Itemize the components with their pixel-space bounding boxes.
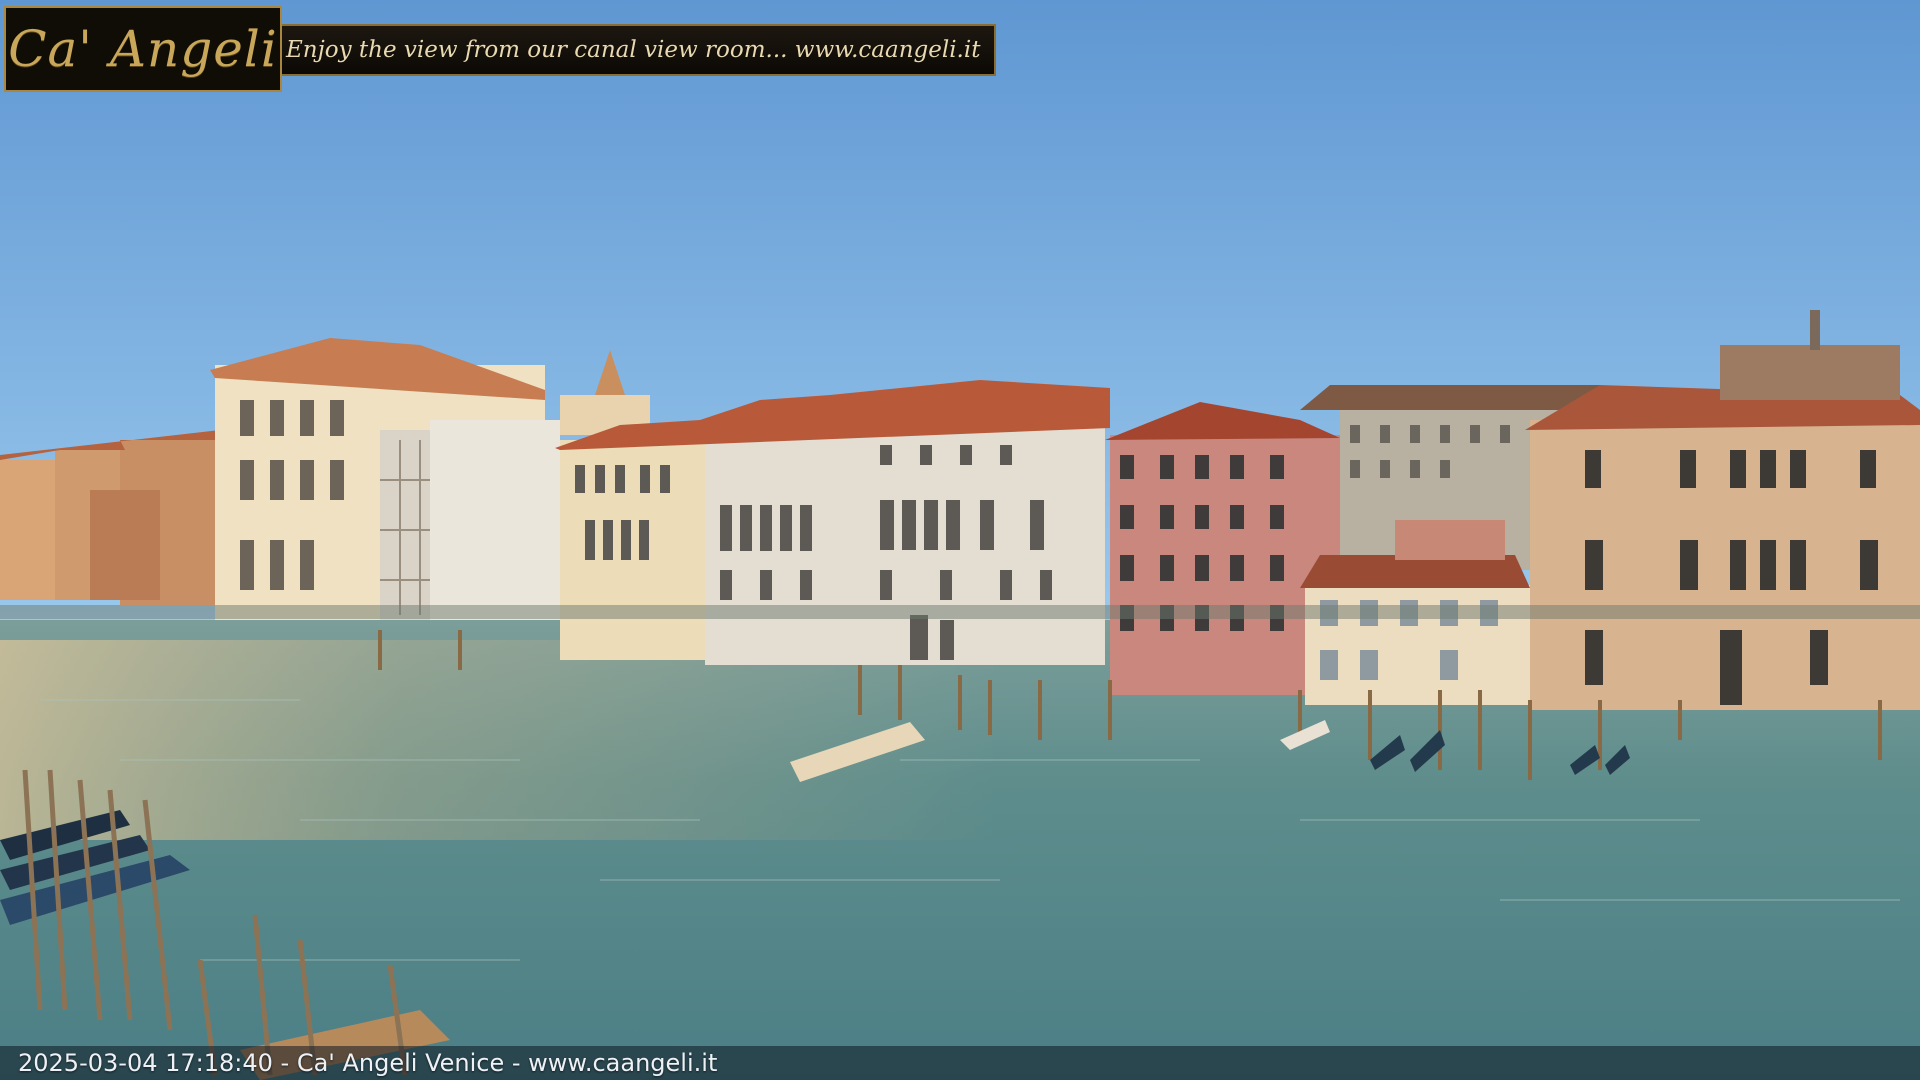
webcam-frame	[0, 0, 1920, 1080]
palazzo-pink	[1105, 402, 1340, 695]
caangeli-banner: Ca' Angeli Enjoy the view from our canal…	[4, 6, 997, 94]
timestamp-bar: 2025-03-04 17:18:40 - Ca' Angeli Venice …	[0, 1046, 1920, 1080]
logo: Ca' Angeli	[4, 6, 282, 92]
logo-text: Ca' Angeli	[8, 20, 278, 78]
tagline-bar: Enjoy the view from our canal view room.…	[282, 24, 997, 76]
canal-scene	[0, 0, 1920, 1080]
tagline-text: Enjoy the view from our canal view room.…	[286, 37, 981, 63]
timestamp-text: 2025-03-04 17:18:40 - Ca' Angeli Venice …	[18, 1049, 718, 1077]
